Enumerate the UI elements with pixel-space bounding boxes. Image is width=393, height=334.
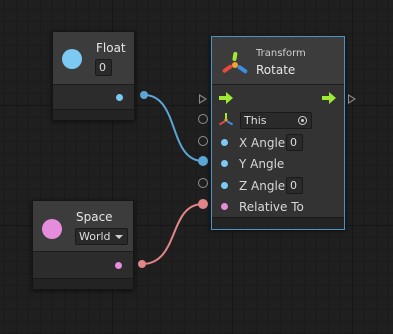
space-type-icon [42,219,62,239]
x-angle-field[interactable]: 0 [286,134,303,151]
float-output-dot[interactable] [116,94,123,101]
object-picker-icon[interactable] [298,116,307,125]
target-input-port[interactable] [198,114,208,124]
rotate-node-footer [212,217,344,229]
space-output-port[interactable] [138,260,146,268]
float-node-footer [53,109,134,120]
space-to-relative-to-wire[interactable] [141,203,204,265]
rotate-node-header[interactable]: Transform Rotate [212,37,344,84]
space-node-title: Space [76,210,113,224]
float-node[interactable]: Float 0 [52,31,135,121]
space-output-dot[interactable] [115,262,122,269]
target-transform-icon [219,113,233,126]
float-value-field[interactable]: 0 [95,59,112,76]
chevron-down-icon [115,235,123,239]
y-angle-type-dot [221,160,228,167]
float-node-title: Float [96,41,126,55]
float-to-y-angle-wire[interactable] [143,94,204,162]
flow-input-port[interactable] [199,94,207,104]
float-type-icon [62,49,82,69]
transform-rotate-node[interactable]: Transform Rotate This X Angle 0 Y Angle … [211,36,345,230]
x-angle-type-dot [221,139,228,146]
flow-in-arrow-icon [219,92,233,104]
y-angle-input-port[interactable] [198,156,208,166]
space-node[interactable]: Space World [32,200,134,290]
relative-to-type-dot [221,203,228,210]
space-dropdown-value: World [79,230,111,243]
rotate-node-body: This X Angle 0 Y Angle Z Angle 0 Relativ… [212,84,344,219]
z-angle-input-port[interactable] [198,178,208,188]
rotate-icon [222,52,248,74]
y-angle-label: Y Angle [239,157,285,171]
rotate-node-category: Transform [256,48,306,59]
x-angle-input-port[interactable] [198,136,208,146]
float-node-body [53,84,134,111]
float-node-header[interactable]: Float 0 [53,32,134,84]
space-node-footer [33,278,133,289]
flow-out-arrow-icon [322,92,336,104]
target-object-value: This [244,114,267,127]
float-output-port[interactable] [140,91,148,99]
z-angle-field[interactable]: 0 [286,177,303,194]
space-node-body [33,251,133,280]
z-angle-label: Z Angle [239,179,286,193]
flow-output-port[interactable] [348,94,356,104]
target-object-field[interactable]: This [240,112,312,129]
relative-to-input-port[interactable] [198,199,208,209]
relative-to-label: Relative To [239,200,304,214]
space-dropdown[interactable]: World [75,228,128,245]
space-node-header[interactable]: Space World [33,201,133,251]
z-angle-type-dot [221,182,228,189]
rotate-node-title: Rotate [256,63,296,77]
x-angle-label: X Angle [239,136,286,150]
